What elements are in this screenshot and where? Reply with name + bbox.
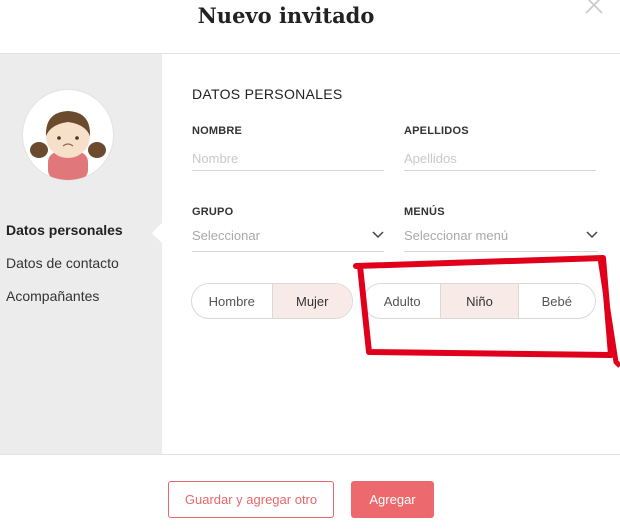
age-segmented-control: Adulto Niño Bebé <box>363 283 596 319</box>
apellidos-label: APELLIDOS <box>404 125 469 137</box>
nombre-label: NOMBRE <box>192 125 243 137</box>
chevron-down-icon <box>372 231 384 239</box>
sidebar-item-datos-personales[interactable]: Datos personales <box>6 222 123 238</box>
active-item-pointer <box>152 223 162 243</box>
save-and-add-another-button[interactable]: Guardar y agregar otro <box>168 481 334 518</box>
grupo-select-value: Seleccionar <box>192 228 260 243</box>
section-title: DATOS PERSONALES <box>192 86 343 102</box>
sidebar-item-acompanantes[interactable]: Acompañantes <box>6 288 99 304</box>
age-option-adulto[interactable]: Adulto <box>364 284 440 318</box>
close-icon[interactable] <box>583 0 605 16</box>
menus-select-value: Seleccionar menú <box>404 228 509 243</box>
sidebar: Datos personales Datos de contacto Acomp… <box>0 54 162 454</box>
gender-option-hombre[interactable]: Hombre <box>192 284 272 318</box>
grupo-select[interactable]: Seleccionar <box>192 225 384 252</box>
nombre-field[interactable] <box>192 146 384 171</box>
grupo-label: GRUPO <box>192 206 234 218</box>
chevron-down-icon <box>586 231 598 239</box>
sidebar-item-datos-de-contacto[interactable]: Datos de contacto <box>6 255 119 271</box>
gender-option-mujer[interactable]: Mujer <box>271 284 352 318</box>
modal-title: Nuevo invitado <box>197 3 375 28</box>
menus-select[interactable]: Seleccionar menú <box>404 225 598 252</box>
age-option-bebe[interactable]: Bebé <box>517 284 595 318</box>
gender-segmented-control: Hombre Mujer <box>191 283 353 319</box>
age-option-nino[interactable]: Niño <box>440 284 518 318</box>
add-button[interactable]: Agregar <box>351 481 434 518</box>
girl-avatar-icon[interactable] <box>23 90 113 180</box>
menus-label: MENÚS <box>404 206 445 218</box>
apellidos-field[interactable] <box>404 146 596 171</box>
modal-header: Nuevo invitado <box>0 0 620 54</box>
